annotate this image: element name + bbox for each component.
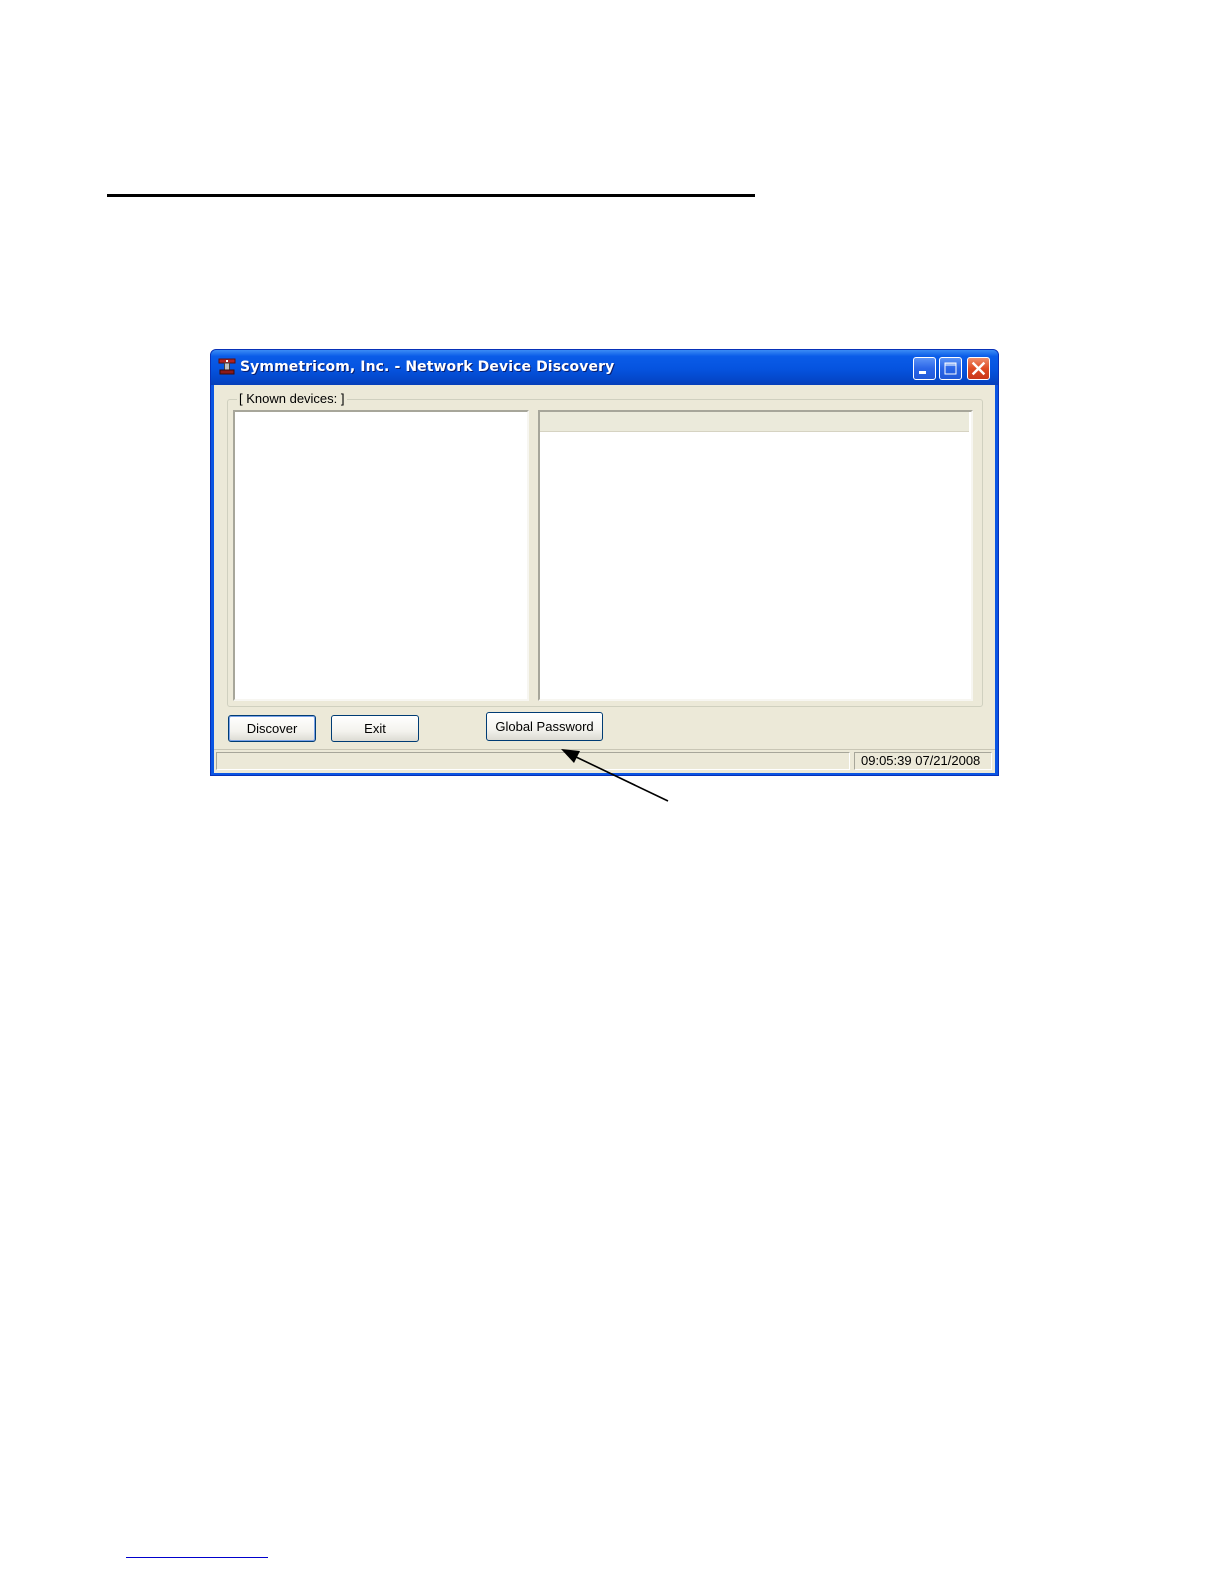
footer-link-underline: [126, 1557, 268, 1558]
status-message: [216, 752, 850, 770]
app-icon: [218, 358, 236, 375]
details-list-header[interactable]: [540, 412, 969, 432]
app-window: Symmetricom, Inc. - Network Device Disco…: [210, 349, 999, 776]
maximize-icon: [944, 362, 957, 375]
minimize-button[interactable]: [913, 357, 936, 380]
title-bar[interactable]: Symmetricom, Inc. - Network Device Disco…: [211, 350, 998, 385]
device-details-list[interactable]: [538, 410, 973, 701]
maximize-button[interactable]: [939, 357, 962, 380]
status-bar: 09:05:39 07/21/2008: [214, 749, 995, 773]
close-icon: [971, 361, 986, 376]
window-client-area: [ Known devices: ] Discover Exit Global …: [214, 385, 995, 773]
window-title: Symmetricom, Inc. - Network Device Disco…: [240, 359, 615, 375]
close-button[interactable]: [967, 357, 990, 380]
status-datetime: 09:05:39 07/21/2008: [854, 752, 992, 770]
minimize-icon: [919, 371, 926, 374]
global-password-button[interactable]: Global Password: [486, 712, 603, 741]
section-heading-underline: [107, 194, 755, 197]
exit-button[interactable]: Exit: [331, 715, 419, 742]
callout-arrow: [561, 749, 669, 802]
known-devices-label: [ Known devices: ]: [237, 391, 347, 406]
known-devices-list[interactable]: [233, 410, 529, 701]
discover-button[interactable]: Discover: [228, 715, 316, 742]
